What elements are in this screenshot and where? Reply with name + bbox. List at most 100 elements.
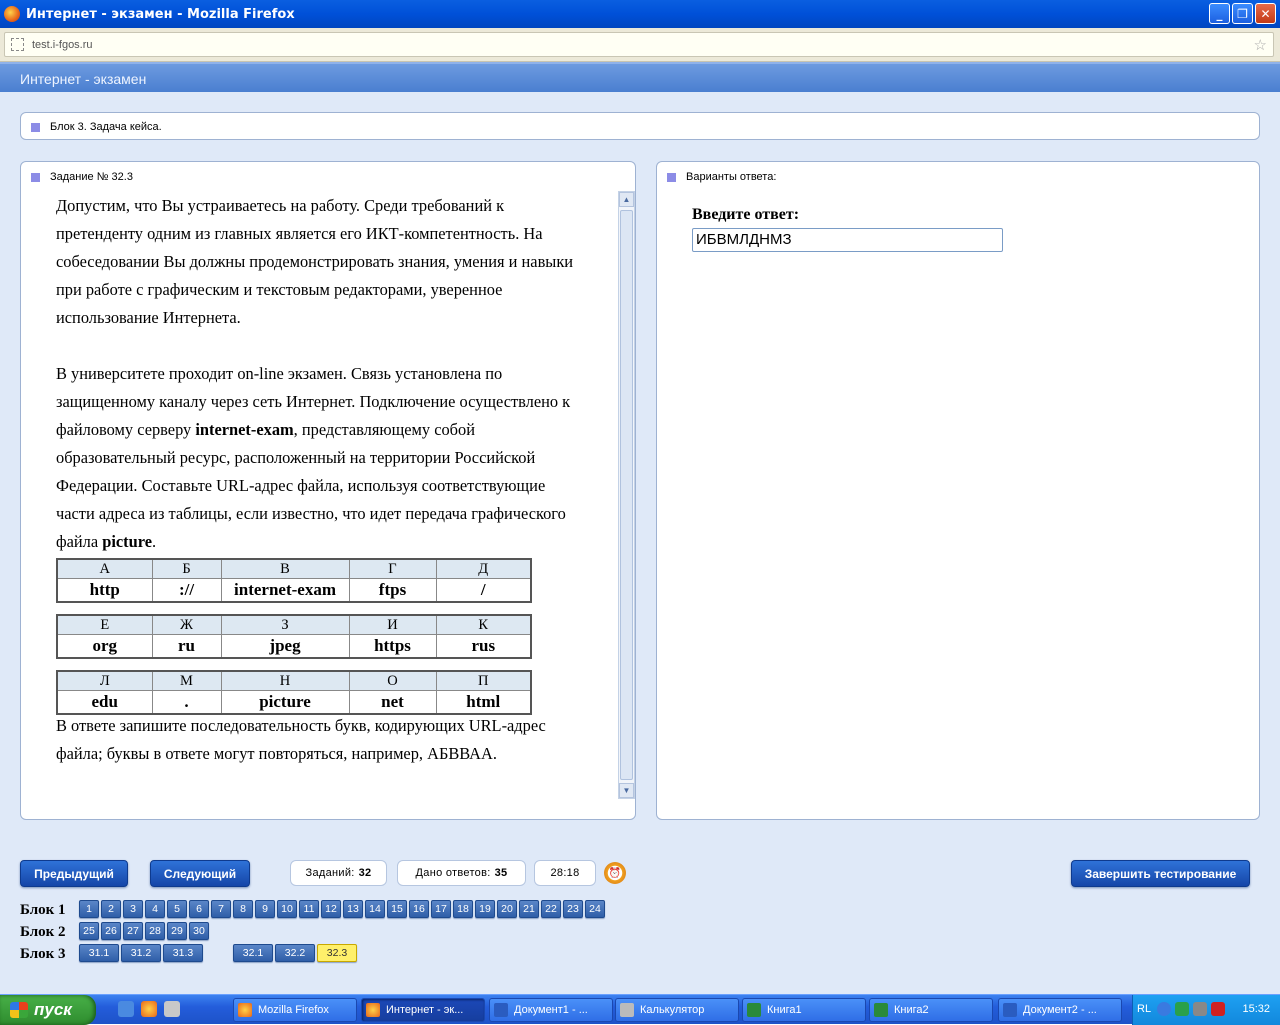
option-value: ://	[151, 578, 222, 603]
question-button[interactable]: 5	[167, 900, 187, 918]
question-button[interactable]: 11	[299, 900, 319, 918]
taskbar-item[interactable]: Mozilla Firefox	[233, 998, 357, 1022]
question-button[interactable]: 4	[145, 900, 165, 918]
taskbar-item[interactable]: Документ2 - ...	[998, 998, 1122, 1022]
scroll-down-icon[interactable]: ▼	[619, 783, 634, 798]
security-icon[interactable]	[1193, 1002, 1207, 1016]
question-button[interactable]: 14	[365, 900, 385, 918]
address-field[interactable]: test.i-fgos.ru ☆	[4, 32, 1274, 57]
question-button[interactable]: 7	[211, 900, 231, 918]
question-button[interactable]: 1	[79, 900, 99, 918]
task-paragraph-1: Допустим, что Вы устраиваетесь на работу…	[56, 196, 574, 327]
question-button[interactable]: 28	[145, 922, 165, 940]
block-title: Блок 3. Задача кейса.	[50, 121, 162, 133]
question-button[interactable]: 12	[321, 900, 341, 918]
question-button[interactable]: 32.3	[317, 944, 357, 962]
option-letter: Е	[56, 614, 153, 635]
tray-arrow-icon[interactable]	[1157, 1002, 1171, 1016]
restore-button[interactable]: ❐	[1232, 3, 1253, 24]
question-button[interactable]: 32.1	[233, 944, 273, 962]
finish-test-button[interactable]: Завершить тестирование	[1071, 860, 1250, 887]
alarm-clock-icon: ⏰	[604, 862, 626, 884]
answer-input[interactable]: ИБВМЛДНМЗ	[692, 228, 1003, 252]
option-letter: Ж	[151, 614, 222, 635]
scroll-thumb[interactable]	[620, 210, 633, 780]
bullet-icon	[31, 172, 40, 182]
system-tray: RL 15:32	[1132, 995, 1280, 1025]
app-icon	[238, 1003, 252, 1017]
scroll-up-icon[interactable]: ▲	[619, 192, 634, 207]
taskbar-item[interactable]: Документ1 - ...	[489, 998, 613, 1022]
app-icon	[747, 1003, 761, 1017]
taskbar-item[interactable]: Книга2	[869, 998, 993, 1022]
question-button[interactable]: 21	[519, 900, 539, 918]
question-button[interactable]: 24	[585, 900, 605, 918]
taskbar-item[interactable]: Интернет - эк...	[361, 998, 485, 1022]
options-table: Л М Н О Пedu. picture net html	[56, 670, 532, 715]
question-button[interactable]: 6	[189, 900, 209, 918]
bookmark-star-icon[interactable]: ☆	[1254, 36, 1267, 54]
url-text: test.i-fgos.ru	[32, 38, 93, 51]
task-scrollbar[interactable]: ▲ ▼	[618, 191, 635, 799]
option-value: .	[151, 690, 222, 715]
option-value: ru	[151, 634, 222, 659]
question-button[interactable]: 25	[79, 922, 99, 940]
question-button[interactable]: 10	[277, 900, 297, 918]
start-button[interactable]: пуск	[0, 995, 96, 1025]
answer-label: Введите ответ:	[692, 206, 800, 223]
question-button[interactable]: 23	[563, 900, 583, 918]
block-2-questions: 25 26 27 28 29 30	[79, 922, 209, 940]
option-letter: З	[220, 614, 350, 635]
question-button[interactable]: 13	[343, 900, 363, 918]
window-titlebar: Интернет - экзамен - Mozilla Firefox _ ❐…	[0, 0, 1280, 28]
question-button[interactable]: 20	[497, 900, 517, 918]
question-button[interactable]: 3	[123, 900, 143, 918]
option-letter: И	[348, 614, 437, 635]
question-button[interactable]: 27	[123, 922, 143, 940]
question-button[interactable]: 26	[101, 922, 121, 940]
question-button[interactable]: 29	[167, 922, 187, 940]
block-1-questions: 1 2 3 4 5 6 7 8 9 10 11 12 13 14 15 16 17 18 19 20 21 22 23 24	[79, 900, 605, 918]
block-title-panel: Блок 3. Задача кейса.	[20, 112, 1260, 140]
option-value: rus	[435, 634, 532, 659]
option-value: internet-exam	[220, 578, 350, 603]
taskbar-item[interactable]: Книга1	[742, 998, 866, 1022]
question-button[interactable]: 22	[541, 900, 561, 918]
question-button[interactable]: 31.2	[121, 944, 161, 962]
previous-button[interactable]: Предыдущий	[20, 860, 128, 887]
option-letter: Д	[435, 558, 532, 579]
block-2-label: Блок 2	[20, 924, 66, 940]
windows-logo-icon	[10, 1002, 28, 1018]
next-button[interactable]: Следующий	[150, 860, 250, 887]
answer-panel-title: Варианты ответа:	[686, 171, 777, 183]
antivirus-icon[interactable]	[1211, 1002, 1225, 1016]
close-button[interactable]: ✕	[1255, 3, 1276, 24]
question-button[interactable]: 15	[387, 900, 407, 918]
question-button[interactable]: 8	[233, 900, 253, 918]
firefox-icon	[4, 6, 20, 22]
network-icon[interactable]	[1175, 1002, 1189, 1016]
question-button[interactable]: 9	[255, 900, 275, 918]
question-button[interactable]: 32.2	[275, 944, 315, 962]
firefox-quicklaunch-icon[interactable]	[141, 1001, 157, 1017]
taskbar-item[interactable]: Калькулятор	[615, 998, 739, 1022]
quicklaunch-icon[interactable]	[164, 1001, 180, 1017]
option-value: html	[435, 690, 532, 715]
language-indicator[interactable]: RL	[1137, 1003, 1151, 1015]
question-button[interactable]: 19	[475, 900, 495, 918]
option-letter: А	[56, 558, 153, 579]
option-value: picture	[220, 690, 350, 715]
question-button[interactable]: 16	[409, 900, 429, 918]
question-button[interactable]: 30	[189, 922, 209, 940]
show-desktop-icon[interactable]	[118, 1001, 134, 1017]
block-1-label: Блок 1	[20, 902, 66, 918]
question-button[interactable]: 31.3	[163, 944, 203, 962]
question-button[interactable]: 17	[431, 900, 451, 918]
question-button[interactable]: 2	[101, 900, 121, 918]
task-paragraph-2: В университете проходит on-line экзамен.…	[56, 364, 571, 551]
bullet-icon	[31, 122, 40, 132]
option-letter: Л	[56, 670, 153, 691]
minimize-button[interactable]: _	[1209, 3, 1230, 24]
question-button[interactable]: 31.1	[79, 944, 119, 962]
question-button[interactable]: 18	[453, 900, 473, 918]
